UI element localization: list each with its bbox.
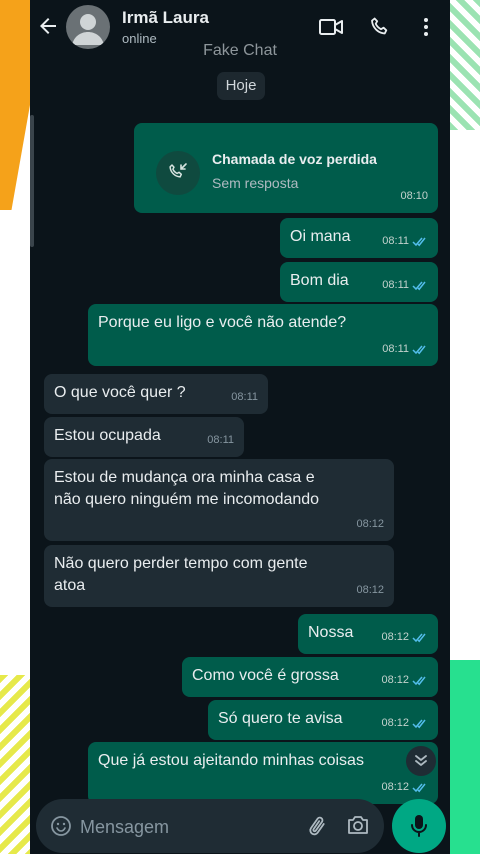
message-text: Nossa — [308, 624, 354, 641]
message-meta: 08:12 — [356, 579, 384, 601]
message-time: 08:11 — [207, 434, 234, 446]
read-double-tick-icon — [412, 633, 426, 642]
message-meta: 08:11 — [207, 429, 234, 451]
video-call-icon[interactable] — [318, 16, 344, 38]
missed-call-subtitle: Sem resposta — [212, 175, 299, 191]
date-chip: Hoje — [217, 72, 265, 100]
camera-icon[interactable] — [346, 814, 370, 836]
message-time: 08:12 — [381, 674, 409, 686]
more-options-icon[interactable] — [420, 15, 432, 39]
message-meta: 08:12 — [356, 513, 384, 535]
read-double-tick-icon — [412, 676, 426, 685]
missed-call-bubble[interactable]: Chamada de voz perdida Sem resposta 08:1… — [134, 123, 438, 213]
attachment-icon[interactable] — [306, 813, 330, 839]
message-bubble[interactable]: Bom dia 08:11 — [280, 262, 438, 302]
missed-call-title: Chamada de voz perdida — [212, 151, 377, 167]
message-meta: 08:12 — [381, 626, 428, 648]
message-bubble[interactable]: O que você quer ? 08:11 — [44, 374, 268, 414]
chevron-double-down-icon — [415, 755, 427, 766]
message-text: Bom dia — [290, 272, 349, 289]
green-shape — [450, 660, 480, 854]
message-time: 08:12 — [356, 518, 384, 530]
message-time: 08:12 — [381, 631, 409, 643]
message-text: Porque eu ligo e você não atende? — [98, 314, 347, 331]
message-composer — [36, 799, 384, 853]
read-double-tick-icon — [412, 345, 426, 354]
message-text-line: Estou de mudança ora minha casa e — [54, 469, 315, 486]
right-decoration — [450, 0, 480, 854]
message-input[interactable] — [78, 815, 282, 839]
message-time: 08:11 — [382, 279, 409, 291]
message-bubble[interactable]: Porque eu ligo e você não atende? 08:11 — [88, 304, 438, 366]
chat-screen: Irmã Laura online Fake Chat Hoje Chamada… — [30, 0, 450, 854]
message-text: O que você quer ? — [54, 384, 186, 401]
message-text: Só quero te avisa — [218, 710, 343, 727]
message-time: 08:12 — [356, 584, 384, 596]
message-bubble[interactable]: Nossa 08:12 — [298, 614, 438, 654]
message-bubble[interactable]: Estou ocupada 08:11 — [44, 417, 244, 457]
message-text-line: atoa — [54, 577, 86, 594]
message-meta: 08:11 — [382, 230, 428, 252]
message-time: 08:12 — [381, 781, 409, 793]
read-double-tick-icon — [412, 237, 426, 246]
message-meta: 08:12 — [381, 712, 428, 734]
message-meta: 08:10 — [400, 185, 428, 207]
message-meta: 08:11 — [382, 274, 428, 296]
message-bubble[interactable]: Como você é grossa 08:12 — [182, 657, 438, 697]
message-time: 08:12 — [381, 717, 409, 729]
message-text: Como você é grossa — [192, 667, 339, 684]
scroll-indicator — [30, 115, 34, 247]
green-stripes — [450, 0, 480, 130]
emoji-icon[interactable] — [50, 815, 72, 837]
read-double-tick-icon — [412, 281, 426, 290]
back-arrow-icon[interactable] — [36, 14, 60, 38]
missed-call-icon-wrap — [156, 151, 200, 195]
orange-shape — [0, 0, 30, 210]
missed-call-icon — [169, 163, 187, 178]
message-bubble[interactable]: Só quero te avisa 08:12 — [208, 700, 438, 740]
contact-name[interactable]: Irmã Laura — [122, 8, 209, 28]
message-time: 08:11 — [382, 343, 409, 355]
yellow-stripes — [0, 675, 30, 854]
message-bubble[interactable]: Estou de mudança ora minha casa e não qu… — [44, 459, 394, 541]
message-time: 08:10 — [400, 190, 428, 202]
message-text: Oi mana — [290, 228, 351, 245]
message-meta: 08:12 — [381, 776, 428, 798]
message-meta: 08:11 — [382, 338, 428, 360]
message-meta: 08:12 — [381, 669, 428, 691]
message-time: 08:11 — [231, 391, 258, 403]
message-time: 08:11 — [382, 235, 409, 247]
message-text-line: Não quero perder tempo com gente — [54, 555, 308, 572]
phone-call-icon[interactable] — [368, 15, 392, 39]
read-double-tick-icon — [412, 719, 426, 728]
scroll-to-bottom-button[interactable] — [406, 746, 436, 776]
watermark-text: Fake Chat — [203, 42, 277, 59]
message-bubble[interactable]: Oi mana 08:11 — [280, 218, 438, 258]
message-text: Que já estou ajeitando minhas coisas — [98, 752, 364, 769]
message-text-line: não quero ninguém me incomodando — [54, 491, 320, 508]
left-decoration — [0, 0, 30, 854]
message-bubble[interactable]: Que já estou ajeitando minhas coisas 08:… — [88, 742, 438, 804]
message-meta: 08:11 — [231, 386, 258, 408]
voice-message-button[interactable] — [392, 799, 446, 853]
read-double-tick-icon — [412, 783, 426, 792]
message-bubble[interactable]: Não quero perder tempo com gente atoa 08… — [44, 545, 394, 607]
message-text: Estou ocupada — [54, 427, 161, 444]
microphone-icon — [411, 815, 427, 837]
